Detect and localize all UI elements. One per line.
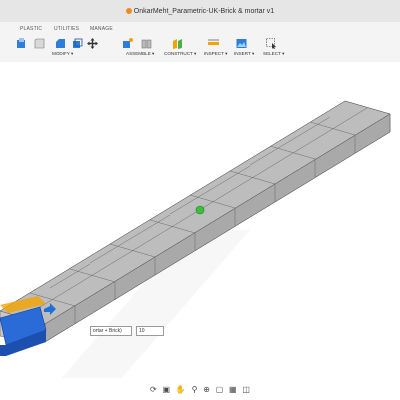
toolbar-ribbon: PLASTIC UTILITIES MANAGE MODIFY ▾ ASSEMB… xyxy=(0,22,400,63)
display-settings-icon[interactable]: ▢ xyxy=(216,385,224,394)
press-pull-icon[interactable] xyxy=(16,36,27,48)
select-icon[interactable] xyxy=(266,36,277,49)
document-title-text: OnkarMeht_Parametric-UK-Brick & mortar v… xyxy=(133,7,275,15)
title-bar: OnkarMeht_Parametric-UK-Brick & mortar v… xyxy=(0,0,400,23)
shell-icon[interactable] xyxy=(72,36,83,48)
insert-image-icon[interactable] xyxy=(236,36,247,48)
group-select[interactable]: SELECT ▾ xyxy=(263,51,284,57)
count-field[interactable]: 10 xyxy=(136,325,164,336)
look-at-icon[interactable]: ▣ xyxy=(162,385,170,394)
group-inspect[interactable]: INSPECT ▾ xyxy=(204,51,227,57)
tab-utilities[interactable]: UTILITIES xyxy=(54,26,79,32)
move-icon[interactable] xyxy=(87,36,98,49)
joint-icon[interactable] xyxy=(141,36,152,49)
zoom-icon[interactable]: ⚲ xyxy=(192,385,198,394)
tab-plastic[interactable]: PLASTIC xyxy=(20,26,42,32)
brick-wall-model xyxy=(0,100,391,380)
pan-icon[interactable]: ✋ xyxy=(176,385,186,394)
group-assemble[interactable]: ASSEMBLE ▾ xyxy=(126,51,154,57)
zoom-window-icon[interactable]: ⊕ xyxy=(203,385,210,394)
offset-plane-icon[interactable] xyxy=(172,36,183,49)
group-construct[interactable]: CONSTRUCT ▾ xyxy=(164,51,196,57)
viewport-canvas[interactable] xyxy=(0,62,400,380)
grid-icon[interactable]: ▦ xyxy=(229,385,237,394)
expression-field[interactable]: ortar + Brick) xyxy=(90,325,132,336)
tab-manage[interactable]: MANAGE xyxy=(90,26,113,32)
document-icon xyxy=(125,8,132,14)
measure-icon[interactable] xyxy=(208,36,219,47)
chamfer-icon[interactable] xyxy=(55,36,66,48)
viewports-icon[interactable]: ◫ xyxy=(242,385,250,394)
group-modify[interactable]: MODIFY ▾ xyxy=(52,51,73,57)
new-component-icon[interactable] xyxy=(122,36,133,48)
orbit-icon[interactable]: ⟳ xyxy=(150,385,157,394)
group-insert[interactable]: INSERT ▾ xyxy=(234,51,254,57)
navigation-bar: ⟳ ▣ ✋ ⚲ ⊕ ▢ ▦ ◫ xyxy=(150,383,250,396)
document-title: OnkarMeht_Parametric-UK-Brick & mortar v… xyxy=(0,0,400,22)
fillet-icon[interactable] xyxy=(34,36,45,49)
dimension-input: ortar + Brick) 10 xyxy=(90,325,164,336)
